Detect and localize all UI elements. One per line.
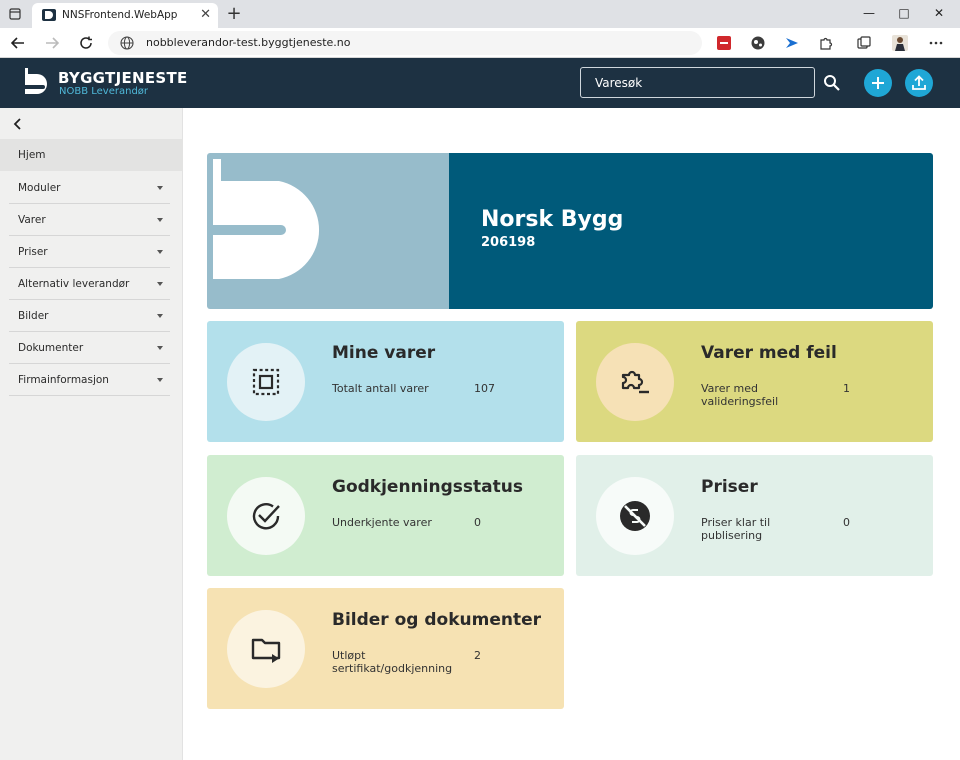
address-bar[interactable]: nobbleverandor-test.byggtjeneste.no [108,31,702,55]
sidebar-item-label: Dokumenter [18,342,84,354]
sidebar-item-label: Alternativ leverandør [18,278,130,290]
brand-subtitle: NOBB Leverandør [59,86,149,97]
refresh-icon[interactable] [76,34,96,52]
extension-red-icon[interactable] [716,35,732,51]
app-header: BYGGTJENESTE NOBB Leverandør [0,58,960,108]
sidebar-item-alternativ-leverandor[interactable]: Alternativ leverandør [9,268,170,300]
extension-off-icon [596,343,674,421]
company-name: Norsk Bygg [481,207,624,232]
sidebar-item-moduler[interactable]: Moduler [9,172,170,204]
sidebar: Hjem Moduler Varer Priser Alternativ lev… [0,108,183,760]
check-circle-icon [227,477,305,555]
plus-icon [872,77,884,89]
card-title: Varer med feil [701,343,837,363]
collections-icon[interactable] [856,35,872,51]
card-label: Totalt antall varer [332,382,429,395]
product-search [580,67,815,98]
card-title: Godkjenningsstatus [332,477,523,497]
forward-icon[interactable] [42,34,62,52]
company-id: 206198 [481,235,536,250]
card-title: Mine varer [332,343,436,363]
card-title: Bilder og dokumenter [332,610,542,630]
extension-arrow-icon[interactable] [784,35,800,51]
caret-down-icon [157,314,163,318]
url-text: nobbleverandor-test.byggtjeneste.no [146,36,351,49]
extension-globe-icon[interactable] [750,35,766,51]
tab-close-icon[interactable]: ✕ [200,7,211,23]
caret-down-icon [157,282,163,286]
card-priser[interactable]: Priser Priser klar til publisering 0 [576,455,933,576]
card-varer-med-feil[interactable]: Varer med feil Varer med valideringsfeil… [576,321,933,442]
card-value: 0 [843,516,850,529]
card-value: 2 [474,649,481,662]
main-content: Norsk Bygg 206198 Mine varer Totalt anta… [183,108,960,760]
sidebar-item-label: Varer [18,214,46,226]
tab-favicon-icon [42,9,56,21]
minimize-button[interactable]: — [854,3,884,23]
sidebar-item-hjem[interactable]: Hjem [0,139,183,171]
sidebar-item-label: Hjem [18,149,46,161]
folder-play-icon [227,610,305,688]
chevron-left-icon[interactable] [10,116,26,132]
caret-down-icon [157,346,163,350]
card-label: Utløpt sertifikat/godkjenning [332,649,453,675]
caret-down-icon [157,186,163,190]
browser-tabstrip: NNSFrontend.WebApp ✕ + — □ ✕ [0,0,960,28]
extensions-puzzle-icon[interactable] [818,35,834,51]
browser-tab[interactable]: NNSFrontend.WebApp ✕ [32,3,218,28]
profile-avatar[interactable] [892,35,908,51]
card-value: 1 [843,382,850,395]
browser-toolbar: nobbleverandor-test.byggtjeneste.no [0,28,960,58]
card-value: 107 [474,382,495,395]
sidebar-item-priser[interactable]: Priser [9,236,170,268]
card-godkjenningsstatus[interactable]: Godkjenningsstatus Underkjente varer 0 [207,455,564,576]
tab-title: NNSFrontend.WebApp [62,9,178,21]
card-label: Underkjente varer [332,516,432,529]
sidebar-item-dokumenter[interactable]: Dokumenter [9,332,170,364]
back-icon[interactable] [8,34,28,52]
banner-logo-icon [213,159,320,279]
add-button[interactable] [864,69,892,97]
more-menu-icon[interactable] [928,35,944,51]
caret-down-icon [157,218,163,222]
maximize-button[interactable]: □ [889,3,919,23]
caret-down-icon [157,378,163,382]
card-value: 0 [474,516,481,529]
money-off-icon [596,477,674,555]
sidebar-item-varer[interactable]: Varer [9,204,170,236]
upload-icon [912,75,926,90]
card-label: Varer med valideringsfeil [701,382,779,408]
search-icon[interactable] [822,73,842,93]
sidebar-item-bilder[interactable]: Bilder [9,300,170,332]
card-title: Priser [701,477,758,497]
globe-icon [120,36,134,50]
sidebar-item-label: Firmainformasjon [18,374,109,386]
sidebar-item-label: Bilder [18,310,49,322]
banner-logo-panel [207,153,449,309]
new-tab-button[interactable]: + [224,4,244,24]
upload-button[interactable] [905,69,933,97]
sidebar-item-label: Moduler [18,182,61,194]
select-all-icon [227,343,305,421]
search-input[interactable] [581,68,814,97]
card-label: Priser klar til publisering [701,516,771,542]
sidebar-item-firmainformasjon[interactable]: Firmainformasjon [9,364,170,396]
tab-actions-icon[interactable] [6,5,24,23]
sidebar-item-label: Priser [18,246,48,258]
card-bilder-og-dokumenter[interactable]: Bilder og dokumenter Utløpt sertifikat/g… [207,588,564,709]
card-mine-varer[interactable]: Mine varer Totalt antall varer 107 [207,321,564,442]
logo-icon [25,68,47,94]
caret-down-icon [157,250,163,254]
brand-name: BYGGTJENESTE [58,69,188,87]
banner-info-panel: Norsk Bygg 206198 [449,153,933,309]
company-banner: Norsk Bygg 206198 [207,153,933,309]
close-window-button[interactable]: ✕ [924,3,954,23]
